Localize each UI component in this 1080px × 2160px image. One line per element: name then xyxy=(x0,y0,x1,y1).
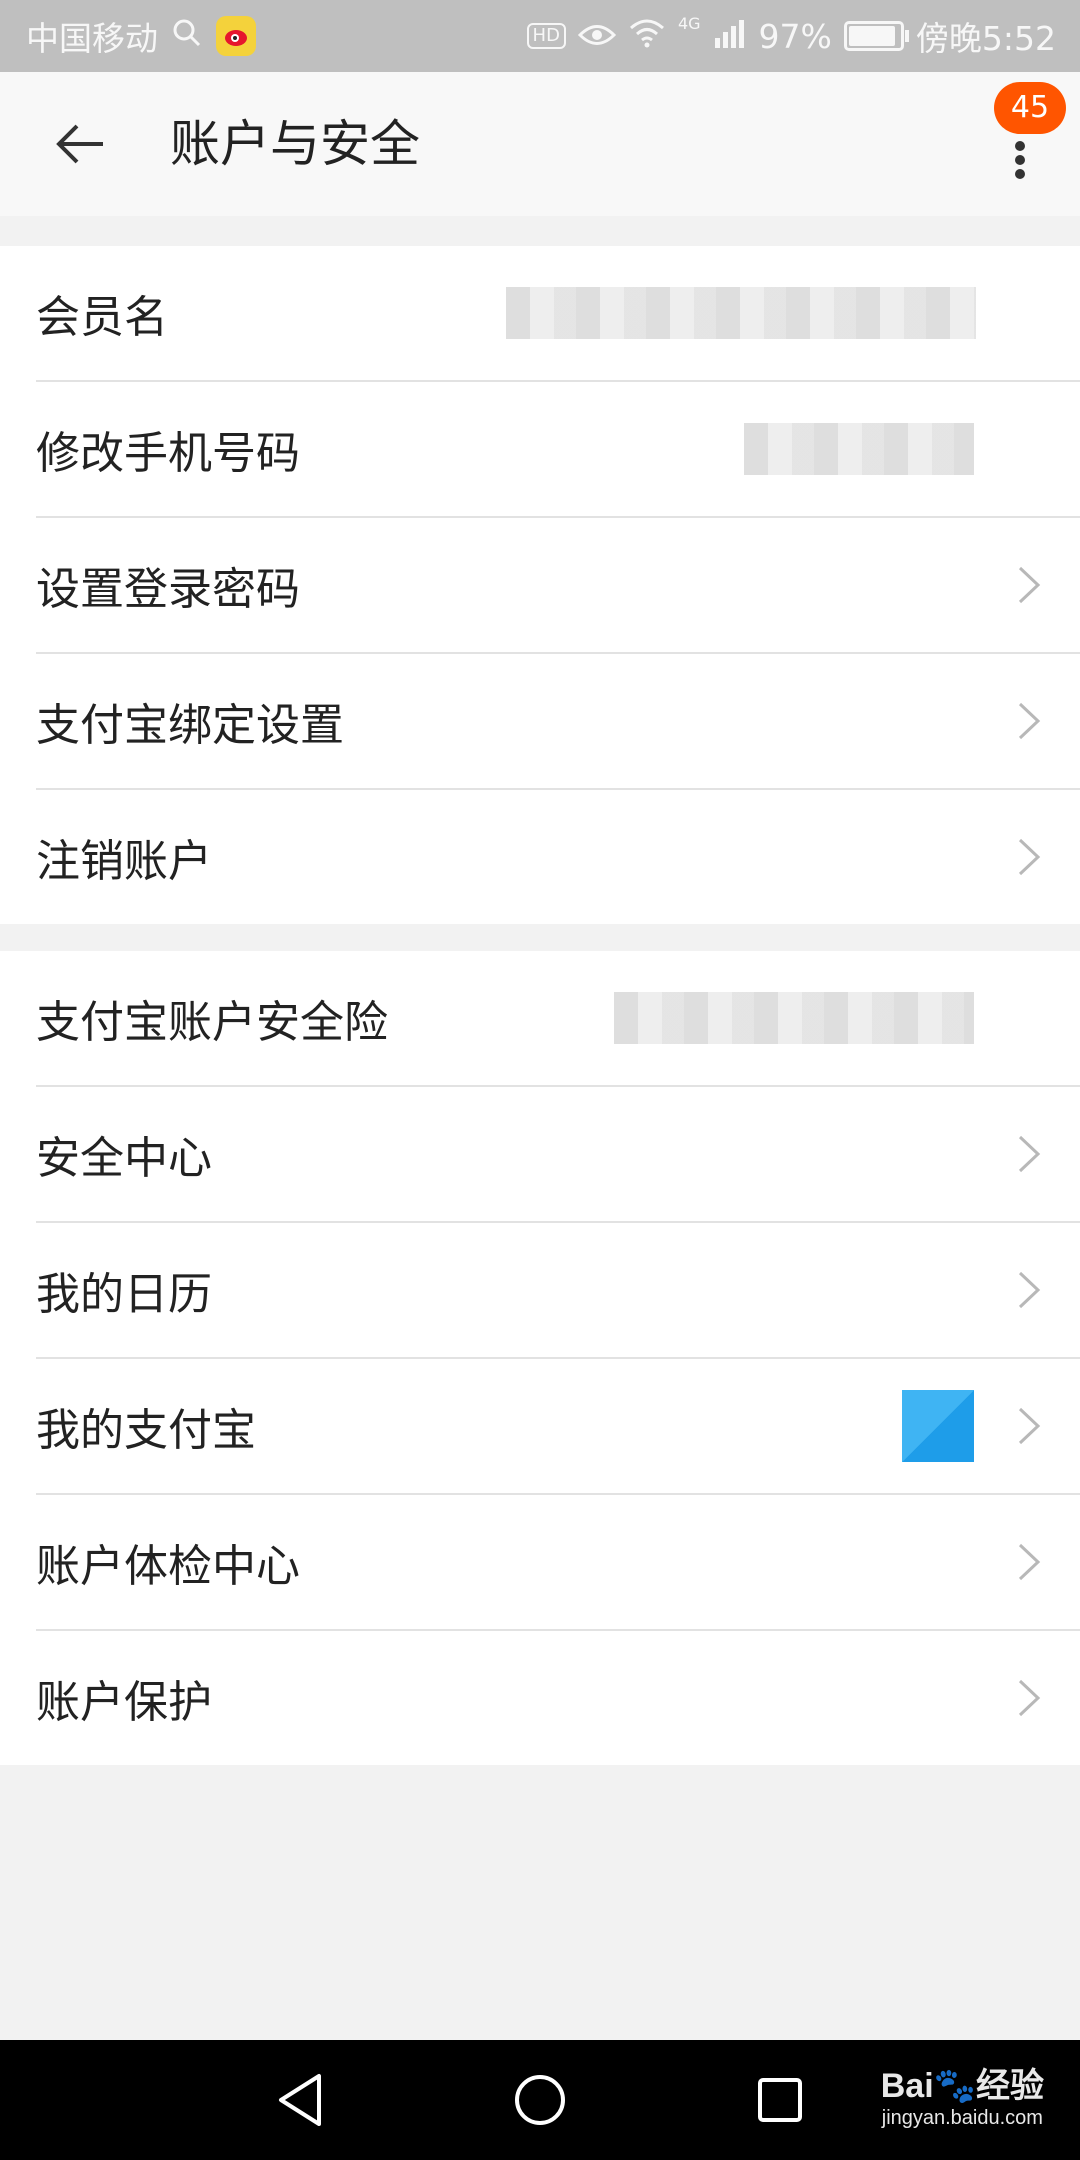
notification-badge[interactable]: 45 xyxy=(994,82,1066,134)
list-item-label: 注销账户 xyxy=(36,836,212,887)
chevron-right-icon xyxy=(1018,1679,1041,1717)
carrier-label: 中国移动 xyxy=(26,19,158,58)
list-item-label: 安全中心 xyxy=(36,1133,212,1184)
nav-home-button[interactable] xyxy=(510,2070,570,2130)
weibo-app-icon xyxy=(216,16,256,56)
more-menu-button[interactable] xyxy=(1000,124,1040,196)
nav-back-button[interactable] xyxy=(270,2070,330,2130)
status-bar: 中国移动 HD 4G 97% 傍晚5:52 xyxy=(0,0,1080,72)
list-item-cancel-account[interactable]: 注销账户 xyxy=(36,790,1080,924)
chevron-right-icon xyxy=(1018,1271,1041,1309)
circle-home-icon xyxy=(515,2075,565,2125)
watermark-brand: Bai xyxy=(880,2067,934,2105)
list-item-label: 账户体检中心 xyxy=(36,1541,300,1592)
watermark-brand-suffix: 经验 xyxy=(976,2067,1044,2105)
settings-group-security: 支付宝账户安全险 安全中心 我的日历 我的支付宝 账户体检中心 账户保护 xyxy=(0,951,1080,1765)
square-recents-icon xyxy=(758,2078,802,2122)
eye-icon xyxy=(577,17,617,56)
list-item-label: 支付宝账户安全险 xyxy=(36,997,388,1048)
chevron-right-icon xyxy=(1018,1543,1041,1581)
list-item-label: 设置登录密码 xyxy=(36,564,300,615)
settings-group-account: 会员名 修改手机号码 设置登录密码 支付宝绑定设置 注销账户 xyxy=(0,246,1080,924)
signal-icon xyxy=(713,17,747,56)
watermark-url: jingyan.baidu.com xyxy=(881,2107,1043,2129)
system-nav-bar: Bai🐾经验 jingyan.baidu.com xyxy=(0,2040,1080,2160)
chevron-right-icon xyxy=(1018,702,1041,740)
list-item-set-login-password[interactable]: 设置登录密码 xyxy=(36,518,1080,654)
search-icon xyxy=(172,17,202,56)
list-item-alipay-binding[interactable]: 支付宝绑定设置 xyxy=(36,654,1080,790)
wifi-icon xyxy=(628,17,666,56)
chevron-right-icon xyxy=(1018,1135,1041,1173)
clock: 傍晚5:52 xyxy=(915,19,1056,58)
masked-value xyxy=(744,423,974,475)
list-item-account-protection[interactable]: 账户保护 xyxy=(36,1631,1080,1765)
triangle-back-icon xyxy=(279,2074,321,2126)
list-item-label: 我的支付宝 xyxy=(36,1405,256,1456)
chevron-right-icon xyxy=(1018,1407,1041,1445)
list-item-label: 修改手机号码 xyxy=(36,428,300,479)
list-item-label: 账户保护 xyxy=(36,1677,212,1728)
paw-icon: 🐾 xyxy=(933,2067,976,2105)
list-item-label: 会员名 xyxy=(36,292,168,343)
list-item-label: 我的日历 xyxy=(36,1269,212,1320)
back-arrow-icon xyxy=(56,124,103,164)
list-item-account-checkup[interactable]: 账户体检中心 xyxy=(36,1495,1080,1631)
chevron-right-icon xyxy=(1018,838,1041,876)
status-bar-right: HD 4G 97% 傍晚5:52 xyxy=(526,0,1056,72)
list-item-label: 支付宝绑定设置 xyxy=(36,700,344,751)
list-item-security-center[interactable]: 安全中心 xyxy=(36,1087,1080,1223)
status-bar-left: 中国移动 xyxy=(26,0,256,72)
back-button[interactable] xyxy=(40,108,120,180)
hd-icon: HD xyxy=(526,23,566,49)
chevron-right-icon xyxy=(1018,566,1041,604)
list-item-member-name[interactable]: 会员名 xyxy=(36,246,1080,382)
list-item-change-phone[interactable]: 修改手机号码 xyxy=(36,382,1080,518)
nav-recents-button[interactable] xyxy=(750,2070,810,2130)
baidu-jingyan-watermark: Bai🐾经验 jingyan.baidu.com xyxy=(881,2058,1044,2130)
list-item-my-alipay[interactable]: 我的支付宝 xyxy=(36,1359,1080,1495)
masked-value xyxy=(614,992,974,1044)
page-title: 账户与安全 xyxy=(170,115,420,173)
more-vert-icon xyxy=(1015,141,1025,179)
list-item-alipay-insurance[interactable]: 支付宝账户安全险 xyxy=(36,951,1080,1087)
battery-percent: 97% xyxy=(758,16,832,56)
alipay-avatar xyxy=(902,1390,974,1462)
app-bar: 账户与安全 45 xyxy=(0,72,1080,216)
masked-value xyxy=(506,287,976,339)
network-type-label: 4G xyxy=(677,14,701,33)
battery-icon xyxy=(843,21,909,51)
list-item-my-calendar[interactable]: 我的日历 xyxy=(36,1223,1080,1359)
